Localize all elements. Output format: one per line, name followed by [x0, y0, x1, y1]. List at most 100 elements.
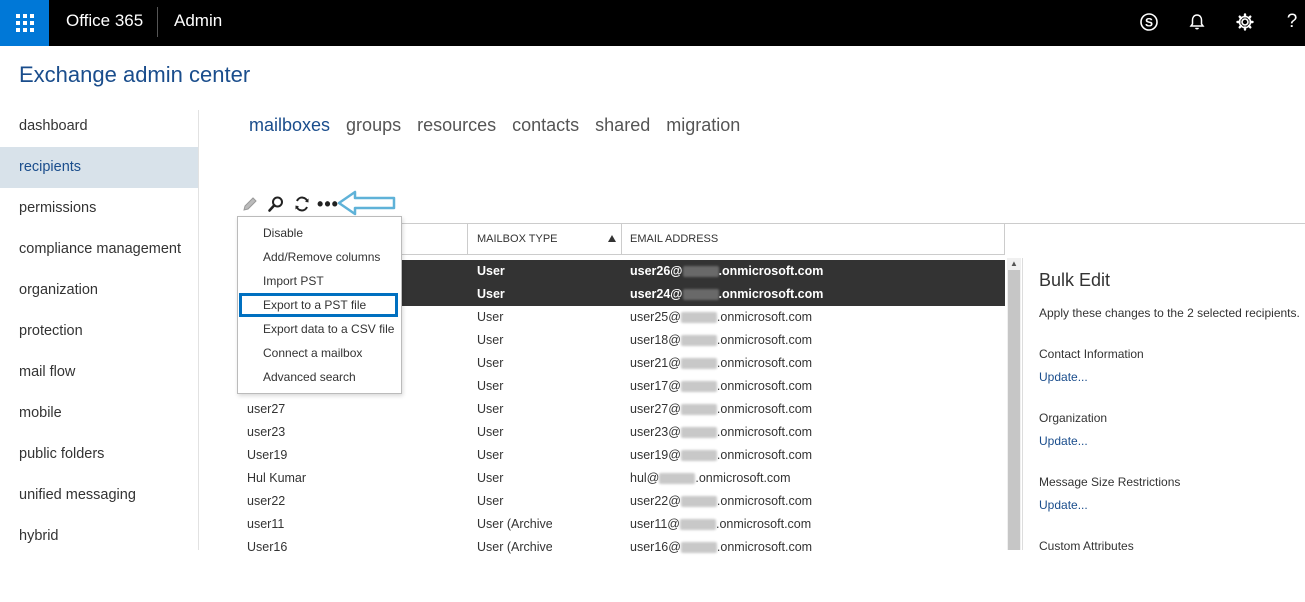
- redacted-domain: [680, 381, 717, 393]
- mailbox-type-cell: User: [477, 310, 504, 324]
- help-button[interactable]: ?: [1280, 10, 1304, 34]
- redacted-domain: [659, 473, 696, 485]
- tab-contacts[interactable]: contacts: [512, 115, 579, 136]
- mailbox-type-cell: User (Archive): [477, 517, 552, 531]
- contact-information-label: Contact Information: [1039, 347, 1144, 361]
- email-domain-part: .onmicrosoft.com: [718, 264, 824, 278]
- email-address-cell: user22@ .onmicrosoft.com: [630, 490, 990, 513]
- nav-item-unified-messaging[interactable]: unified messaging: [0, 475, 198, 516]
- mailbox-type-header-label: MAILBOX TYPE: [477, 233, 558, 245]
- email-domain-part: .onmicrosoft.com: [716, 540, 813, 554]
- table-row[interactable]: User16 User (Archive) user16@ .onmicrosoft.…: [237, 536, 1005, 559]
- tab-groups[interactable]: groups: [346, 115, 401, 136]
- nav-item-public-folders[interactable]: public folders: [0, 434, 198, 475]
- display-name-cell: user27: [247, 402, 286, 416]
- redacted-domain: [680, 542, 717, 554]
- email-address-cell: user18@ .onmicrosoft.com: [630, 329, 990, 352]
- menu-item-disable[interactable]: Disable: [238, 221, 401, 245]
- column-separator: [1004, 224, 1005, 254]
- display-name-cell: user22: [247, 494, 286, 508]
- organization-update-link[interactable]: Update...: [1039, 434, 1088, 448]
- menu-item-export-to-a-pst-file[interactable]: Export to a PST file: [239, 293, 398, 317]
- email-domain-part: .onmicrosoft.com: [716, 333, 813, 347]
- email-user-part: user23@: [630, 425, 681, 439]
- email-address-cell: user23@ .onmicrosoft.com: [630, 421, 990, 444]
- menu-item-advanced-search[interactable]: Advanced search: [238, 365, 401, 389]
- scroll-up-arrow-icon[interactable]: ▲: [1007, 258, 1021, 270]
- tab-shared[interactable]: shared: [595, 115, 650, 136]
- email-domain-part: .onmicrosoft.com: [716, 448, 813, 462]
- search-button[interactable]: [267, 194, 285, 214]
- more-options-button[interactable]: •••: [317, 194, 338, 214]
- nav-item-recipients[interactable]: recipients: [0, 147, 198, 188]
- menu-item-import-pst[interactable]: Import PST: [238, 269, 401, 293]
- email-address-cell: user26@ .onmicrosoft.com: [630, 260, 990, 283]
- table-row[interactable]: user22 User user22@ .onmicrosoft.com: [237, 490, 1005, 513]
- nav-item-dashboard[interactable]: dashboard: [0, 106, 198, 147]
- notifications-button[interactable]: [1185, 10, 1209, 34]
- redacted-domain: [680, 358, 717, 370]
- refresh-button[interactable]: [293, 194, 311, 214]
- email-user-part: user16@: [630, 540, 681, 554]
- mailbox-type-cell: User: [477, 425, 504, 439]
- nav-item-permissions[interactable]: permissions: [0, 188, 198, 229]
- table-row[interactable]: user27 User user27@ .onmicrosoft.com: [237, 398, 1005, 421]
- table-row[interactable]: user11 User (Archive) user11@ .onmicrosoft.…: [237, 513, 1005, 536]
- recipient-tabs: mailboxes groups resources contacts shared mi…: [249, 115, 740, 136]
- menu-item-connect-a-mailbox[interactable]: Connect a mailbox: [238, 341, 401, 365]
- mailbox-type-cell: User: [477, 287, 505, 301]
- table-row[interactable]: user23 User user23@ .onmicrosoft.com: [237, 421, 1005, 444]
- mailbox-type-cell: User: [477, 448, 504, 462]
- display-name-cell: Hul Kumar: [247, 471, 307, 485]
- mailbox-type-cell: User (Archive): [477, 540, 552, 554]
- app-launcher-button[interactable]: [0, 0, 49, 46]
- redacted-domain: [682, 289, 719, 301]
- redacted-domain: [680, 427, 717, 439]
- section-name[interactable]: Admin: [174, 11, 222, 31]
- email-domain-part: .onmicrosoft.com: [695, 471, 791, 485]
- skype-icon: S: [1140, 13, 1158, 31]
- app-name[interactable]: Office 365: [66, 11, 143, 31]
- message-size-restrictions-update-link[interactable]: Update...: [1039, 498, 1088, 512]
- redacted-domain: [682, 266, 719, 278]
- column-header-mailbox-type[interactable]: MAILBOX TYPE: [477, 224, 617, 254]
- settings-button[interactable]: [1233, 10, 1257, 34]
- nav-item-mobile[interactable]: mobile: [0, 393, 198, 434]
- refresh-icon: [295, 196, 309, 212]
- mailbox-type-cell: User: [477, 356, 504, 370]
- menu-item-add-remove-columns[interactable]: Add/Remove columns: [238, 245, 401, 269]
- nav-item-mail-flow[interactable]: mail flow: [0, 352, 198, 393]
- email-user-part: user26@: [630, 264, 683, 278]
- column-header-email-address[interactable]: EMAIL ADDRESS: [630, 224, 990, 254]
- tab-resources[interactable]: resources: [417, 115, 496, 136]
- display-name-cell: user23: [247, 425, 286, 439]
- email-address-cell: user24@ .onmicrosoft.com: [630, 283, 990, 306]
- contact-information-update-link[interactable]: Update...: [1039, 370, 1088, 384]
- pencil-icon: [243, 197, 257, 211]
- edit-button[interactable]: [241, 194, 259, 214]
- email-user-part: user22@: [630, 494, 681, 508]
- bulk-edit-description: Apply these changes to the 2 selected re…: [1039, 306, 1300, 320]
- redacted-domain: [680, 312, 717, 324]
- tab-migration[interactable]: migration: [666, 115, 740, 136]
- email-user-part: user19@: [630, 448, 681, 462]
- email-domain-part: .onmicrosoft.com: [716, 310, 813, 324]
- column-separator: [621, 224, 622, 254]
- nav-item-compliance-management[interactable]: compliance management: [0, 229, 198, 270]
- tab-mailboxes[interactable]: mailboxes: [249, 115, 330, 136]
- nav-item-hybrid[interactable]: hybrid: [0, 516, 198, 557]
- skype-button[interactable]: S: [1137, 10, 1161, 34]
- menu-item-export-data-to-a-csv-file[interactable]: Export data to a CSV file: [238, 317, 401, 341]
- redacted-domain: [680, 450, 717, 462]
- nav-item-organization[interactable]: organization: [0, 270, 198, 311]
- email-domain-part: .onmicrosoft.com: [716, 379, 813, 393]
- sort-ascending-icon[interactable]: [608, 235, 616, 242]
- email-address-cell: user27@ .onmicrosoft.com: [630, 398, 990, 421]
- scroll-thumb[interactable]: [1008, 270, 1020, 550]
- email-domain-part: .onmicrosoft.com: [715, 517, 812, 531]
- table-scrollbar[interactable]: ▲: [1007, 258, 1021, 550]
- table-row[interactable]: Hul Kumar User hul@ .onmicrosoft.com: [237, 467, 1005, 490]
- nav-item-protection[interactable]: protection: [0, 311, 198, 352]
- table-row[interactable]: User19 User user19@ .onmicrosoft.com: [237, 444, 1005, 467]
- waffle-icon: [15, 14, 34, 32]
